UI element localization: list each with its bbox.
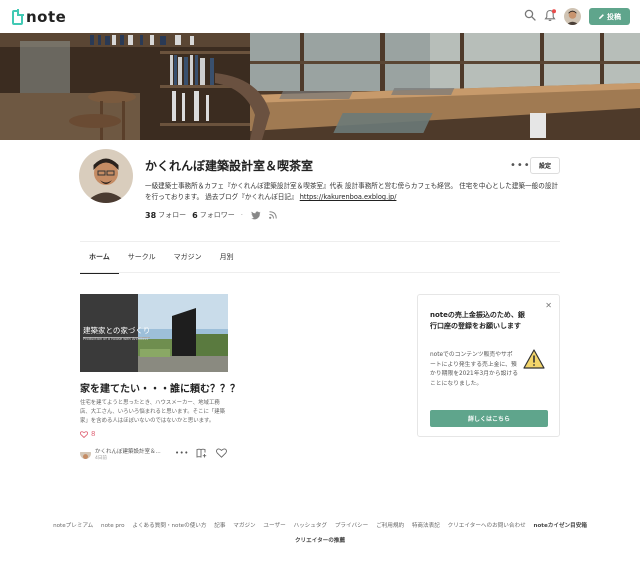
- header-user-avatar[interactable]: [564, 8, 581, 25]
- notice-title: noteの売上金振込のため、銀行口座の登録をお願いします: [430, 311, 525, 330]
- top-header: note 投稿: [0, 0, 640, 33]
- footer-links: noteプレミアム note pro よくある質問・noteの使い方 記事 マガ…: [0, 519, 640, 534]
- post-button[interactable]: 投稿: [589, 8, 630, 25]
- footer-creator-recommend-link[interactable]: クリエイターの推薦: [295, 538, 345, 544]
- author-avatar[interactable]: [80, 448, 91, 459]
- footer-link[interactable]: クリエイターへのお問い合わせ: [448, 523, 526, 529]
- footer-link[interactable]: noteプレミアム: [53, 523, 93, 529]
- rss-icon[interactable]: [269, 211, 277, 219]
- tab-monthly[interactable]: 月別: [211, 244, 243, 274]
- logo-text: note: [26, 8, 67, 26]
- post-button-label: 投稿: [607, 12, 621, 21]
- footer-link[interactable]: 記事: [214, 523, 225, 529]
- note-logo-mark-icon: [12, 8, 24, 25]
- footer-link[interactable]: ハッシュタグ: [293, 523, 327, 529]
- follow-stats: 38 フォロー 6 フォロワー ·: [145, 210, 277, 220]
- notice-body: noteでのコンテンツ販売やサポートにより発生する売上金に、預かり期限を2021…: [430, 352, 519, 387]
- bell-icon[interactable]: [544, 9, 556, 22]
- article-more-icon[interactable]: •••: [175, 449, 189, 457]
- footer: noteプレミアム note pro よくある質問・noteの使い方 記事 マガ…: [0, 519, 640, 549]
- following-count[interactable]: 38: [145, 211, 156, 220]
- article-likes[interactable]: 8: [80, 430, 95, 438]
- profile-bio: 一級建築士事務所＆カフェ『かくれんぼ建築設計室＆喫茶室』代表 設計事務所と営む傍…: [145, 181, 560, 203]
- article-author-row: かくれんぼ建築設計室＆... 4日前 •••: [80, 447, 230, 463]
- footer-link[interactable]: ユーザー: [263, 523, 285, 529]
- following-label[interactable]: フォロー: [158, 210, 186, 220]
- details-button[interactable]: 詳しくはこちら: [430, 410, 548, 427]
- footer-second-row: クリエイターの推薦: [0, 534, 640, 549]
- tab-home[interactable]: ホーム: [80, 244, 119, 274]
- heart-icon: [80, 430, 88, 438]
- notification-dot-icon: [552, 9, 556, 14]
- divider: [80, 241, 560, 242]
- bank-account-notice: ✕ noteの売上金振込のため、銀行口座の登録をお願いします noteでのコンテ…: [417, 294, 560, 437]
- like-heart-icon[interactable]: [216, 448, 227, 458]
- blog-link[interactable]: https://kakurenboa.exblog.jp/: [300, 193, 397, 201]
- divider: [80, 272, 560, 273]
- cover-image: [0, 33, 640, 140]
- settings-button[interactable]: 設定: [530, 157, 560, 174]
- article-thumbnail[interactable]: 建築家との家づくり Production of a house with Arc…: [80, 294, 228, 372]
- magazine-add-icon[interactable]: [196, 448, 207, 458]
- profile-avatar[interactable]: [79, 149, 133, 203]
- tab-magazine[interactable]: マガジン: [165, 244, 211, 274]
- thumbnail-subtitle: Production of a house with Architect: [83, 337, 149, 341]
- footer-link[interactable]: 特商法表記: [412, 523, 440, 529]
- twitter-icon[interactable]: [251, 211, 261, 220]
- warning-icon: [523, 349, 545, 369]
- search-icon[interactable]: [524, 9, 536, 21]
- profile-more-button[interactable]: •••: [510, 160, 531, 171]
- note-logo[interactable]: note: [12, 8, 66, 26]
- article-title[interactable]: 家を建てたい・・・誰に頼む？？？: [80, 380, 240, 395]
- profile-tabs: ホーム サークル マガジン 月別: [80, 244, 243, 274]
- footer-kaizen-link[interactable]: noteカイゼン目安箱: [533, 523, 586, 529]
- close-icon[interactable]: ✕: [545, 301, 552, 310]
- footer-link[interactable]: マガジン: [233, 523, 255, 529]
- tab-circle[interactable]: サークル: [119, 244, 165, 274]
- followers-count[interactable]: 6: [192, 211, 198, 220]
- footer-link[interactable]: ご利用規約: [376, 523, 404, 529]
- followers-label[interactable]: フォロワー: [200, 210, 235, 220]
- profile-name: かくれんぼ建築設計室＆喫茶室: [145, 159, 314, 173]
- likes-count: 8: [91, 430, 96, 438]
- footer-link[interactable]: note pro: [101, 523, 125, 529]
- dot-separator: ·: [240, 211, 243, 219]
- article-excerpt: 住宅を建てようと思ったとき、ハウスメーカー、地域工務店、大工さん、いろいろ悩まれ…: [80, 400, 226, 424]
- author-name[interactable]: かくれんぼ建築設計室＆...: [95, 447, 161, 455]
- footer-link[interactable]: よくある質問・noteの使い方: [132, 523, 206, 529]
- pencil-icon: [599, 14, 604, 19]
- article-time: 4日前: [95, 456, 107, 461]
- footer-link[interactable]: プライバシー: [335, 523, 368, 529]
